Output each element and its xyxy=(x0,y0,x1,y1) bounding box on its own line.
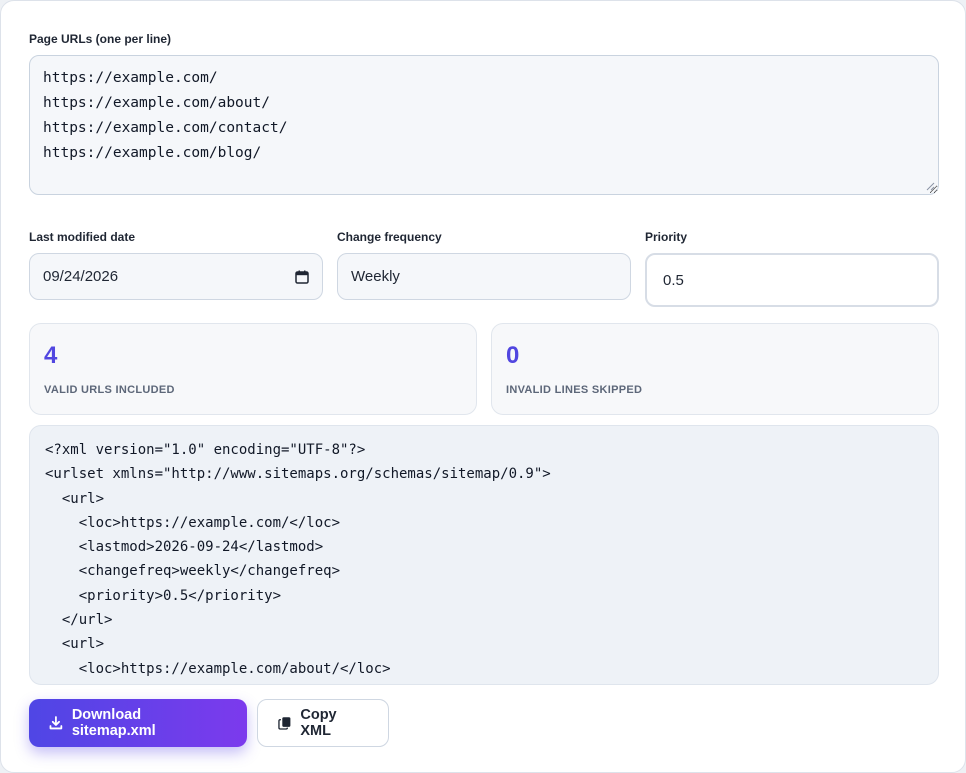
valid-urls-count: 4 xyxy=(44,342,58,369)
priority-input[interactable] xyxy=(645,253,939,307)
copy-icon xyxy=(278,717,291,730)
valid-urls-caption: VALID URLS INCLUDED xyxy=(44,384,175,396)
copy-button-label: Copy XML xyxy=(300,707,337,739)
invalid-lines-caption: INVALID LINES SKIPPED xyxy=(506,384,643,396)
xml-output[interactable]: <?xml version="1.0" encoding="UTF-8"?> <… xyxy=(29,425,939,685)
invalid-lines-count: 0 xyxy=(506,342,520,369)
calendar-icon[interactable] xyxy=(295,270,309,284)
download-icon xyxy=(49,716,63,730)
resize-grip-icon[interactable] xyxy=(926,182,935,191)
invalid-lines-stat: 0 INVALID LINES SKIPPED xyxy=(491,323,939,415)
priority-label: Priority xyxy=(645,230,688,244)
valid-urls-stat: 4 VALID URLS INCLUDED xyxy=(29,323,477,415)
urls-label: Page URLs (one per line) xyxy=(29,32,172,46)
download-sitemap-button[interactable]: Download sitemap.xml xyxy=(29,699,247,747)
copy-xml-button[interactable]: Copy XML xyxy=(257,699,389,747)
urls-textarea[interactable]: https://example.com/ https://example.com… xyxy=(29,55,939,195)
lastmod-value: 09/24/2026 xyxy=(43,268,119,285)
changefreq-value: Weekly xyxy=(351,268,400,285)
lastmod-label: Last modified date xyxy=(29,230,136,244)
changefreq-select[interactable]: Weekly xyxy=(337,253,631,300)
lastmod-date-input[interactable]: 09/24/2026 xyxy=(29,253,323,300)
sitemap-generator-panel: Page URLs (one per line) https://example… xyxy=(0,0,966,773)
changefreq-label: Change frequency xyxy=(337,230,442,244)
download-button-label: Download sitemap.xml xyxy=(71,707,156,739)
